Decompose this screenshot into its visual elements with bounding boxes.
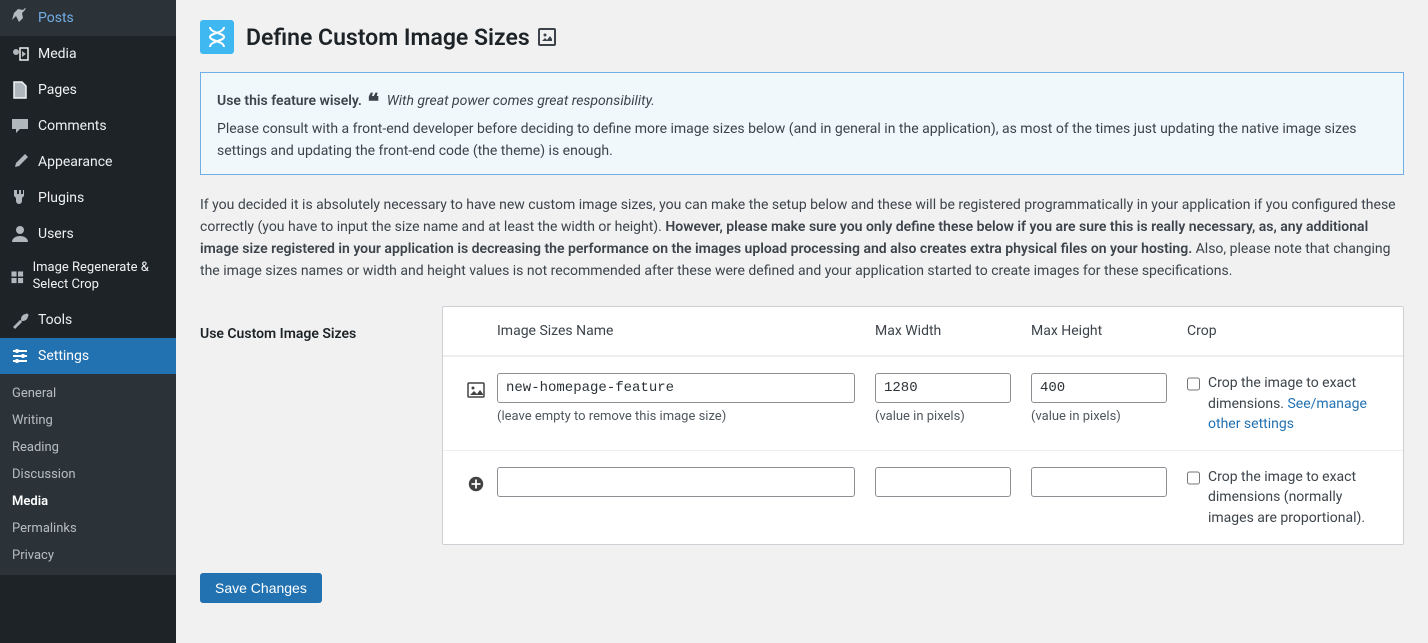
max-height-input[interactable] [1031, 373, 1167, 403]
max-width-input[interactable] [875, 467, 1011, 497]
submenu-item-media[interactable]: Media [0, 488, 176, 515]
pin-icon [10, 8, 30, 28]
sidebar-item-label: Image Regenerate & Select Crop [33, 260, 168, 294]
add-row-icon[interactable] [465, 473, 487, 495]
wrench-icon [10, 310, 30, 330]
brush-icon [10, 152, 30, 172]
page-icon [10, 80, 30, 100]
image-row-icon [465, 379, 487, 401]
table-row: (leave empty to remove this image size) … [443, 356, 1403, 450]
sidebar-item-label: Media [38, 45, 77, 63]
notice-bold: Use this feature wisely. [217, 93, 362, 109]
sidebar-item-label: Settings [38, 347, 89, 365]
sidebar-item-plugins[interactable]: Plugins [0, 180, 176, 216]
sidebar-item-media[interactable]: Media [0, 36, 176, 72]
plugin-logo-icon [200, 20, 234, 54]
user-icon [10, 224, 30, 244]
col-header-height: Max Height [1031, 323, 1187, 339]
save-button[interactable]: Save Changes [200, 573, 322, 603]
custom-sizes-form: Use Custom Image Sizes Image Sizes Name … [200, 306, 1404, 545]
table-row: Crop the image to exact dimensions (norm… [443, 450, 1403, 544]
crop-checkbox[interactable] [1187, 470, 1200, 486]
settings-submenu: General Writing Reading Discussion Media… [0, 374, 176, 575]
section-label: Use Custom Image Sizes [200, 306, 442, 342]
sidebar-item-label: Pages [38, 81, 77, 99]
table-header: Image Sizes Name Max Width Max Height Cr… [443, 307, 1403, 356]
notice-body: Please consult with a front-end develope… [217, 121, 1357, 159]
width-hint: (value in pixels) [875, 409, 1011, 424]
max-height-input[interactable] [1031, 467, 1167, 497]
page-heading: Define Custom Image Sizes [200, 20, 1404, 54]
sidebar-item-users[interactable]: Users [0, 216, 176, 252]
page-title: Define Custom Image Sizes [246, 24, 530, 51]
sidebar-item-posts[interactable]: Posts [0, 0, 176, 36]
sidebar-item-label: Users [38, 225, 74, 243]
submenu-item-writing[interactable]: Writing [0, 407, 176, 434]
description-text: If you decided it is absolutely necessar… [200, 195, 1404, 282]
sidebar-item-settings[interactable]: Settings [0, 338, 176, 374]
image-sizes-table: Image Sizes Name Max Width Max Height Cr… [442, 306, 1404, 545]
sidebar-item-image-regenerate[interactable]: Image Regenerate & Select Crop [0, 252, 176, 302]
warning-notice: Use this feature wisely. ❝ With great po… [200, 72, 1404, 175]
submenu-item-reading[interactable]: Reading [0, 434, 176, 461]
crop-checkbox-label[interactable]: Crop the image to exact dimensions. See/… [1187, 373, 1391, 434]
sliders-icon [10, 346, 30, 366]
size-name-input[interactable] [497, 373, 855, 403]
crop-checkbox-label[interactable]: Crop the image to exact dimensions (norm… [1187, 467, 1391, 528]
col-header-crop: Crop [1187, 323, 1391, 339]
notice-quote: With great power comes great responsibil… [387, 93, 655, 109]
submenu-item-permalinks[interactable]: Permalinks [0, 515, 176, 542]
plug-icon [10, 188, 30, 208]
sidebar-item-label: Comments [38, 117, 107, 135]
sidebar-item-label: Posts [38, 9, 74, 27]
sidebar-item-label: Tools [38, 311, 72, 329]
main-content: Define Custom Image Sizes Use this featu… [176, 0, 1428, 643]
crop-label-text: Crop the image to exact dimensions. See/… [1208, 373, 1391, 434]
sidebar-item-appearance[interactable]: Appearance [0, 144, 176, 180]
sidebar-item-label: Appearance [38, 153, 112, 171]
max-width-input[interactable] [875, 373, 1011, 403]
media-icon [10, 44, 30, 64]
grid-icon [10, 267, 25, 287]
sidebar-item-pages[interactable]: Pages [0, 72, 176, 108]
col-header-name: Image Sizes Name [497, 323, 875, 339]
submenu-item-discussion[interactable]: Discussion [0, 461, 176, 488]
submenu-item-privacy[interactable]: Privacy [0, 542, 176, 569]
submenu-item-general[interactable]: General [0, 380, 176, 407]
quote-icon: ❝ [367, 89, 379, 114]
image-icon [538, 28, 556, 46]
col-header-width: Max Width [875, 323, 1031, 339]
crop-label-text: Crop the image to exact dimensions (norm… [1208, 467, 1391, 528]
sidebar-item-label: Plugins [38, 189, 84, 207]
size-name-input[interactable] [497, 467, 855, 497]
crop-checkbox[interactable] [1187, 376, 1200, 392]
comment-icon [10, 116, 30, 136]
sidebar-item-comments[interactable]: Comments [0, 108, 176, 144]
name-hint: (leave empty to remove this image size) [497, 409, 855, 424]
admin-sidebar: Posts Media Pages Comments Appearance Pl… [0, 0, 176, 643]
height-hint: (value in pixels) [1031, 409, 1167, 424]
sidebar-item-tools[interactable]: Tools [0, 302, 176, 338]
